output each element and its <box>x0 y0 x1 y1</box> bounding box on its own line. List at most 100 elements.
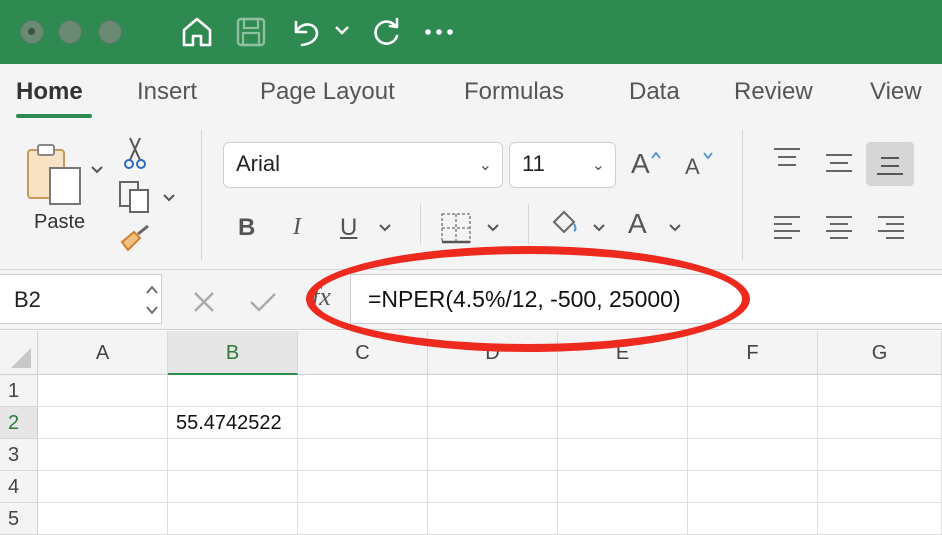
undo-dropdown-chevron-icon[interactable] <box>334 24 350 38</box>
increase-font-size-button[interactable]: A <box>631 148 650 180</box>
cell-g1[interactable] <box>818 375 942 407</box>
cell-f1[interactable] <box>688 375 818 407</box>
column-header-e[interactable]: E <box>558 331 688 375</box>
minimize-window-button[interactable] <box>58 20 82 44</box>
cell-d1[interactable] <box>428 375 558 407</box>
cell-b5[interactable] <box>168 503 298 535</box>
cell-c5[interactable] <box>298 503 428 535</box>
cell-c4[interactable] <box>298 471 428 503</box>
align-top-icon[interactable] <box>772 146 802 170</box>
cell-e2[interactable] <box>558 407 688 439</box>
column-header-c[interactable]: C <box>298 331 428 375</box>
row-header-4[interactable]: 4 <box>0 471 38 503</box>
cell-b3[interactable] <box>168 439 298 471</box>
cell-d2[interactable] <box>428 407 558 439</box>
paste-label[interactable]: Paste <box>34 211 85 234</box>
row-header-5[interactable]: 5 <box>0 503 38 535</box>
cell-g2[interactable] <box>818 407 942 439</box>
column-header-g[interactable]: G <box>818 331 942 375</box>
tab-data[interactable]: Data <box>629 78 680 106</box>
column-header-b[interactable]: B <box>168 331 298 375</box>
borders-dropdown-chevron-icon[interactable] <box>486 222 500 234</box>
name-box[interactable]: B2 <box>0 274 162 324</box>
cell-f3[interactable] <box>688 439 818 471</box>
column-header-a[interactable]: A <box>38 331 168 375</box>
cell-c1[interactable] <box>298 375 428 407</box>
format-painter-icon[interactable] <box>118 224 152 254</box>
ribbon-home: Paste Arial ⌄ 11 ⌄ A A B I U A <box>0 128 942 371</box>
cell-e5[interactable] <box>558 503 688 535</box>
font-size-select[interactable]: 11 ⌄ <box>509 142 616 188</box>
decrease-font-size-button[interactable]: A <box>685 154 700 180</box>
insert-function-button[interactable]: fx <box>312 282 331 312</box>
cell-b1[interactable] <box>168 375 298 407</box>
underline-dropdown-chevron-icon[interactable] <box>378 222 392 234</box>
fill-color-dropdown-chevron-icon[interactable] <box>592 222 606 234</box>
caret-up-icon <box>651 151 661 159</box>
align-left-icon[interactable] <box>772 214 802 242</box>
cell-a4[interactable] <box>38 471 168 503</box>
cell-g4[interactable] <box>818 471 942 503</box>
cell-g3[interactable] <box>818 439 942 471</box>
font-name-select[interactable]: Arial ⌄ <box>223 142 503 188</box>
cell-b4[interactable] <box>168 471 298 503</box>
align-right-icon[interactable] <box>876 214 906 242</box>
cell-d5[interactable] <box>428 503 558 535</box>
bold-button[interactable]: B <box>238 214 255 242</box>
cell-b2[interactable]: 55.4742522 <box>168 407 298 439</box>
cell-e1[interactable] <box>558 375 688 407</box>
copy-dropdown-chevron-icon[interactable] <box>162 192 176 204</box>
borders-icon[interactable] <box>440 212 472 244</box>
copy-icon[interactable] <box>118 180 154 214</box>
cell-g5[interactable] <box>818 503 942 535</box>
select-all-corner[interactable] <box>0 331 38 375</box>
underline-button[interactable]: U <box>340 214 357 242</box>
cell-c2[interactable] <box>298 407 428 439</box>
cancel-formula-icon[interactable] <box>192 290 216 314</box>
close-window-button[interactable] <box>20 20 44 44</box>
cell-a1[interactable] <box>38 375 168 407</box>
tab-view[interactable]: View <box>870 78 922 106</box>
row-header-2[interactable]: 2 <box>0 407 38 439</box>
tab-home[interactable]: Home <box>16 78 83 106</box>
more-options-icon[interactable] <box>424 28 454 36</box>
cell-e3[interactable] <box>558 439 688 471</box>
column-header-f[interactable]: F <box>688 331 818 375</box>
name-box-value: B2 <box>14 287 41 312</box>
tab-insert[interactable]: Insert <box>137 78 197 106</box>
cell-a2[interactable] <box>38 407 168 439</box>
tab-formulas[interactable]: Formulas <box>464 78 564 106</box>
name-box-stepper-icon[interactable] <box>145 283 159 317</box>
italic-button[interactable]: I <box>293 214 301 241</box>
save-icon[interactable] <box>234 14 268 50</box>
align-center-icon[interactable] <box>824 214 854 242</box>
chevron-down-icon: ⌄ <box>591 157 605 174</box>
align-middle-icon[interactable] <box>824 152 854 176</box>
enter-formula-check-icon[interactable] <box>248 290 278 314</box>
zoom-window-button[interactable] <box>98 20 122 44</box>
home-icon[interactable] <box>180 14 214 50</box>
cut-scissors-icon[interactable] <box>122 136 148 170</box>
cell-f4[interactable] <box>688 471 818 503</box>
row-header-3[interactable]: 3 <box>0 439 38 471</box>
cell-e4[interactable] <box>558 471 688 503</box>
redo-icon[interactable] <box>368 14 404 50</box>
cell-d3[interactable] <box>428 439 558 471</box>
cell-d4[interactable] <box>428 471 558 503</box>
cell-a5[interactable] <box>38 503 168 535</box>
undo-icon[interactable] <box>288 14 324 50</box>
cell-f5[interactable] <box>688 503 818 535</box>
row-header-1[interactable]: 1 <box>0 375 38 407</box>
align-bottom-button[interactable] <box>866 142 914 186</box>
column-header-d[interactable]: D <box>428 331 558 375</box>
font-color-dropdown-chevron-icon[interactable] <box>668 222 682 234</box>
tab-page-layout[interactable]: Page Layout <box>260 78 395 106</box>
cell-f2[interactable] <box>688 407 818 439</box>
paste-icon[interactable] <box>24 142 84 206</box>
cell-c3[interactable] <box>298 439 428 471</box>
tab-review[interactable]: Review <box>734 78 813 106</box>
font-color-button[interactable]: A <box>628 208 647 240</box>
paste-dropdown-chevron-icon[interactable] <box>90 164 104 176</box>
fill-color-bucket-icon[interactable] <box>548 208 580 238</box>
cell-a3[interactable] <box>38 439 168 471</box>
